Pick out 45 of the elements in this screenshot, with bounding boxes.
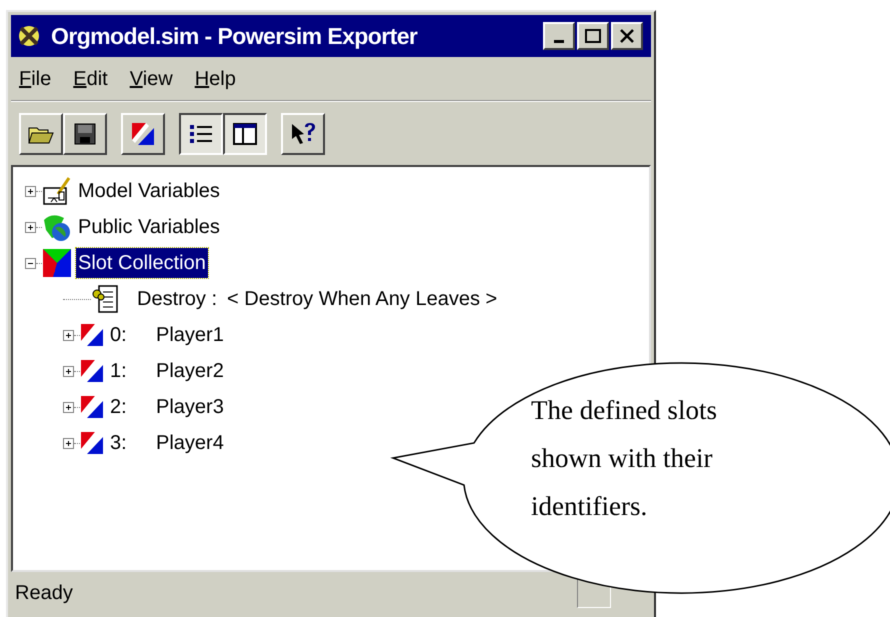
menu-item[interactable]: Help [194, 64, 236, 94]
expand-icon[interactable] [25, 186, 36, 196]
document-pen-icon [42, 176, 72, 206]
minimize-button[interactable] [543, 22, 575, 50]
property-name: Destroy : [137, 287, 218, 312]
tree-item[interactable]: Public Variables [76, 212, 222, 242]
window-title: Orgmodel.sim - Powersim Exporter [51, 22, 418, 51]
slot-index: 0: [110, 323, 128, 348]
tree-item[interactable]: Player4 [154, 428, 226, 458]
toolbar-button[interactable] [179, 112, 223, 154]
close-icon [619, 29, 635, 43]
toolbar-button[interactable] [223, 112, 267, 154]
slot-index: 1: [110, 359, 128, 384]
callout-text: The defined slots shown with their identifiers. [531, 394, 718, 523]
collapse-icon[interactable] [25, 258, 36, 268]
expand-icon[interactable] [63, 330, 74, 340]
menu-item[interactable]: File [19, 64, 52, 94]
slot-collection-icon [42, 248, 72, 278]
tree-item[interactable]: Player3 [154, 392, 226, 422]
status-text: Ready [15, 581, 73, 606]
expand-icon[interactable] [63, 402, 74, 412]
tree-item[interactable]: Player1 [154, 320, 226, 350]
expand-icon[interactable] [63, 366, 74, 376]
maximize-button[interactable] [577, 22, 609, 50]
help-pointer-icon [290, 122, 316, 146]
property-value: < Destroy When Any Leaves > [227, 287, 498, 312]
tree-item[interactable]: Player2 [154, 356, 226, 386]
minimize-icon [554, 40, 564, 42]
slot-index: 2: [110, 395, 128, 420]
slot-icon [80, 431, 104, 455]
maximize-icon [585, 29, 601, 43]
expand-icon[interactable] [25, 222, 36, 232]
close-button[interactable] [611, 22, 643, 50]
split-panes-icon [233, 122, 257, 144]
tree-item[interactable]: Model Variables [76, 176, 222, 206]
menu-item[interactable]: Edit [73, 64, 108, 94]
tree-item[interactable]: Slot Collection [76, 248, 208, 278]
property-sheet-icon [91, 284, 119, 314]
slot-icon [131, 122, 155, 146]
slot-icon [80, 395, 104, 419]
expand-icon[interactable] [63, 438, 74, 448]
menu-item[interactable]: View [130, 64, 173, 94]
slot-icon [80, 359, 104, 383]
slot-index: 3: [110, 431, 128, 456]
slot-icon [80, 323, 104, 347]
